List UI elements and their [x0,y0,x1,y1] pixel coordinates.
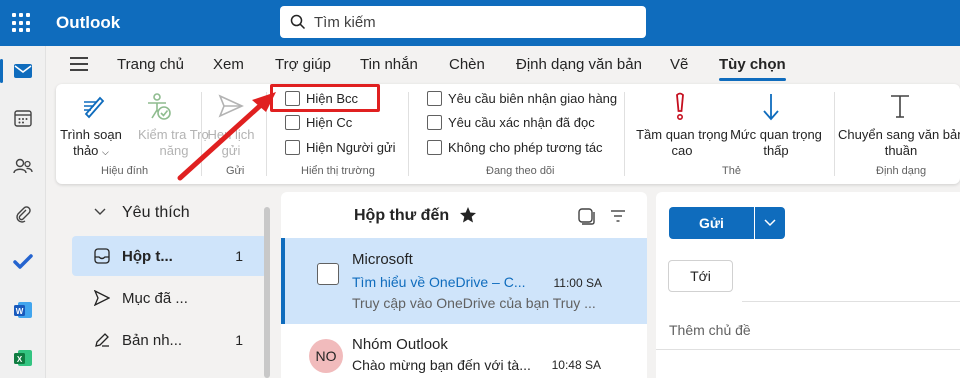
message-item[interactable]: Microsoft Tìm hiểu về OneDrive – C... 11… [281,238,647,324]
top-bar: Outlook Tìm kiếm [0,0,960,46]
rail-todo-icon[interactable] [0,244,46,280]
request-delivery-checkbox[interactable]: Yêu cầu biên nhận giao hàng [427,91,617,106]
svg-text:W: W [16,307,24,316]
rail-mail-icon[interactable] [0,53,46,89]
bcc-highlight-box [270,84,380,112]
menu-tabs: Trang chủ Xem Trợ giúp Tin nhắn Chèn Địn… [46,46,960,82]
editor-button[interactable]: Trình soạn thảo ⌵ [56,127,126,160]
rail-attachment-icon[interactable] [0,196,46,232]
plain-text-icon [891,95,909,118]
show-cc-checkbox[interactable]: Hiện Cc [285,115,352,130]
app-rail: W X [0,46,46,378]
message-list: Hộp thư đến Microsoft Tìm hiểu về OneDri… [281,192,647,378]
tab-home[interactable]: Trang chủ [117,56,184,73]
tab-message[interactable]: Tin nhắn [360,56,418,73]
send-button[interactable]: Gửi [669,207,754,239]
send-icon [94,290,110,306]
chevron-down-icon[interactable] [94,208,106,216]
filter-icon[interactable] [609,207,627,225]
group-label-proofing: Hiệu đính [101,165,149,177]
chevron-down-icon: ⌵ [102,147,109,157]
star-icon[interactable] [459,206,477,224]
group-label-format: Định dạng [876,165,927,177]
avatar: NO [309,339,343,373]
select-mode-icon[interactable] [577,207,595,225]
chevron-down-icon [764,219,776,227]
app-title[interactable]: Outlook [56,13,120,33]
tab-draw[interactable]: Vẽ [670,56,688,73]
search-box[interactable]: Tìm kiếm [280,6,646,38]
group-label-tags: Thẻ [722,165,741,177]
accessibility-check-icon [148,93,171,120]
tab-format-text[interactable]: Định dạng văn bản [516,56,642,73]
inbox-title: Hộp thư đến [354,207,450,224]
subject-input[interactable]: Thêm chủ đề [669,322,751,338]
folder-drafts[interactable]: Bản nh... 1 [72,320,267,360]
folder-inbox[interactable]: Hộp t... 1 [72,236,267,276]
show-from-checkbox[interactable]: Hiện Người gửi [285,140,396,155]
rail-calendar-icon[interactable] [0,100,46,136]
folder-scrollbar[interactable] [264,207,270,378]
folder-sent[interactable]: Mục đã ... [72,278,267,318]
group-label-show-fields: Hiển thị trường [301,165,375,177]
compose-pane: Gửi Tới Thêm chủ đề [656,192,960,378]
search-icon [290,14,306,30]
message-checkbox[interactable] [317,263,339,285]
low-importance-button[interactable]: Mức quan trọng thấp [726,127,826,159]
to-button[interactable]: Tới [668,260,733,292]
search-input[interactable]: Tìm kiếm [314,14,376,31]
group-label-tracking: Đang theo dõi [486,165,555,177]
high-importance-button[interactable]: Tầm quan trọng cao [634,127,730,159]
send-plane-icon [218,94,244,118]
group-label-send: Gửi [226,165,245,177]
rail-people-icon[interactable] [0,148,46,184]
folder-pane: Yêu thích Hộp t... 1 Mục đã ... Bản nh..… [46,190,267,378]
high-importance-icon [676,92,684,120]
send-options-button[interactable] [755,207,785,239]
switch-plain-text-button[interactable]: Chuyển sang văn bản thuần [838,127,960,159]
editor-pen-icon [84,96,105,119]
tab-options[interactable]: Tùy chọn [719,56,786,81]
disallow-reactions-checkbox[interactable]: Không cho phép tương tác [427,140,603,155]
rail-excel-icon[interactable]: X [0,340,46,376]
inbox-icon [94,248,110,264]
request-read-checkbox[interactable]: Yêu cầu xác nhận đã đọc [427,115,595,130]
tab-help[interactable]: Trợ giúp [275,56,331,73]
app-launcher-icon[interactable] [12,13,32,33]
tab-insert[interactable]: Chèn [449,56,485,73]
tab-view[interactable]: Xem [213,56,244,73]
low-importance-icon [763,94,779,121]
message-item[interactable]: NO Nhóm Outlook Chào mừng bạn đến với tà… [281,328,647,378]
delay-send-button[interactable]: Hẹn lịch gửi [201,127,261,159]
favorites-header[interactable]: Yêu thích [122,204,190,222]
ribbon-toolbar: Trình soạn thảo ⌵ Kiểm tra Trợ năng Hiệu… [56,84,960,184]
menu-hamburger-icon[interactable] [70,57,88,75]
rail-word-icon[interactable]: W [0,292,46,328]
draft-icon [95,333,109,347]
svg-text:X: X [17,355,23,364]
